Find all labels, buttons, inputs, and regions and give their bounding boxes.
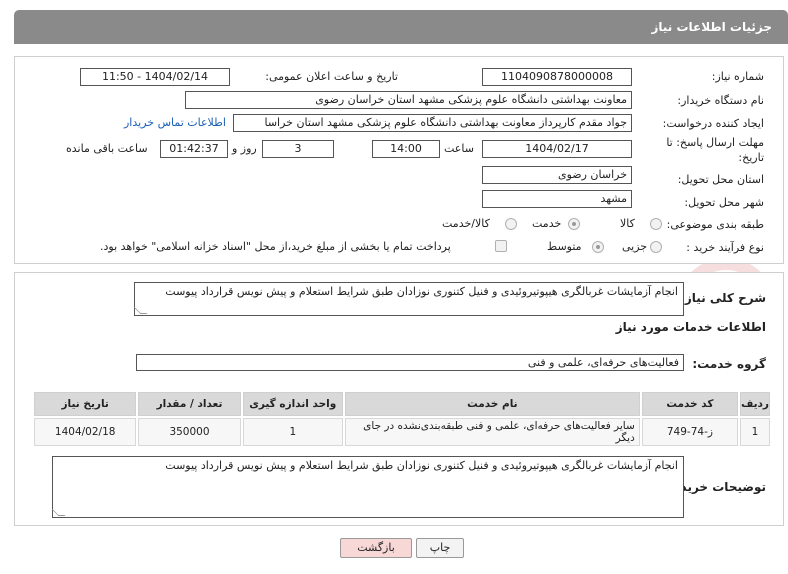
announce-label: تاریخ و ساعت اعلان عمومی: <box>265 70 398 83</box>
page-title: جزئیات اطلاعات نیاز <box>651 20 772 34</box>
col-header-need-date: تاریخ نیاز <box>34 392 137 416</box>
treasury-checkbox[interactable] <box>495 240 507 252</box>
buyer-org-field: معاونت بهداشتی دانشگاه علوم پزشکی مشهد ا… <box>185 91 632 109</box>
deadline-time-field: 14:00 <box>372 140 440 158</box>
cell-unit: 1 <box>242 418 343 446</box>
deadline-label-line1: مهلت ارسال پاسخ: تا <box>666 136 764 149</box>
col-header-row-number: ردیف <box>740 392 770 416</box>
creator-field: جواد مقدم کارپرداز معاونت بهداشتی دانشگا… <box>233 114 632 132</box>
remaining-days-field: 3 <box>262 140 334 158</box>
category-label: طبقه بندی موضوعی: <box>666 218 764 231</box>
services-heading: اطلاعات خدمات مورد نیاز <box>615 320 766 334</box>
cell-row-number: 1 <box>740 418 770 446</box>
province-field: خراسان رضوی <box>482 166 632 184</box>
creator-label: ایجاد کننده درخواست: <box>662 117 764 130</box>
resize-handle-icon[interactable] <box>51 509 66 516</box>
need-number-label: شماره نیاز: <box>711 70 764 83</box>
process-option-minor: جزیی <box>622 240 648 253</box>
category-option-goods: کالا <box>620 217 635 230</box>
col-header-service-name: نام خدمت <box>344 392 640 416</box>
cell-service-code: ز-74-749 <box>641 418 739 446</box>
col-header-unit: واحد اندازه گیری <box>242 392 343 416</box>
process-type-label: نوع فرآیند خرید : <box>686 241 764 254</box>
service-group-label: گروه خدمت: <box>692 357 766 371</box>
buyer-notes-textarea: انجام آزمایشات غربالگری هیپوتیروئیدی و ف… <box>51 456 684 518</box>
col-header-quantity: تعداد / مقدار <box>138 392 241 416</box>
process-option-medium: متوسط <box>547 240 582 253</box>
remaining-days-label: روز و <box>232 142 257 155</box>
cell-service-name: سایر فعالیت‌های حرفه‌ای، علمی و فنی طبقه… <box>344 418 640 446</box>
services-table: ردیف کد خدمت نام خدمت واحد اندازه گیری ت… <box>32 390 772 448</box>
process-radio-minor[interactable] <box>650 241 662 253</box>
category-option-goods-service: کالا/خدمت <box>442 217 490 230</box>
deadline-date-field: 1404/02/17 <box>482 140 632 158</box>
service-group-field: فعالیت‌های حرفه‌ای، علمی و فنی <box>136 354 684 371</box>
announce-field: 1404/02/14 - 11:50 <box>80 68 230 86</box>
buyer-notes-text: انجام آزمایشات غربالگری هیپوتیروئیدی و ف… <box>165 459 678 472</box>
deadline-label-line2: تاریخ: <box>738 151 764 164</box>
need-number-field: 1104090878000008 <box>482 68 632 86</box>
resize-handle-icon[interactable] <box>133 307 148 314</box>
page-title-bar: جزئیات اطلاعات نیاز <box>14 10 788 44</box>
category-radio-service[interactable] <box>568 218 580 230</box>
category-radio-goods-service[interactable] <box>505 218 517 230</box>
col-header-service-code: کد خدمت <box>641 392 739 416</box>
city-label: شهر محل تحویل: <box>684 196 764 209</box>
remaining-time-label: ساعت باقی مانده <box>66 142 148 155</box>
need-info-panel <box>14 56 784 264</box>
cell-need-date: 1404/02/18 <box>34 418 137 446</box>
remaining-time-field: 01:42:37 <box>160 140 228 158</box>
summary-text: انجام آزمایشات غربالگری هیپوتیروئیدی و ف… <box>165 285 678 298</box>
treasury-note: پرداخت تمام یا بخشی از مبلغ خرید،از محل … <box>100 240 451 253</box>
summary-label: شرح کلی نیاز: <box>680 291 766 305</box>
category-option-service: خدمت <box>532 217 562 230</box>
print-button[interactable]: چاپ <box>416 538 464 558</box>
city-field: مشهد <box>482 190 632 208</box>
back-button[interactable]: بازگشت <box>340 538 412 558</box>
category-radio-goods[interactable] <box>650 218 662 230</box>
cell-quantity: 350000 <box>138 418 241 446</box>
buyer-org-label: نام دستگاه خریدار: <box>677 94 764 107</box>
process-radio-medium[interactable] <box>592 241 604 253</box>
buyer-contact-link[interactable]: اطلاعات تماس خریدار <box>124 116 226 129</box>
deadline-time-label: ساعت <box>444 142 474 155</box>
table-row: 1 ز-74-749 سایر فعالیت‌های حرفه‌ای، علمی… <box>34 418 770 446</box>
summary-textarea: انجام آزمایشات غربالگری هیپوتیروئیدی و ف… <box>133 282 684 316</box>
province-label: استان محل تحویل: <box>677 173 764 186</box>
table-header-row: ردیف کد خدمت نام خدمت واحد اندازه گیری ت… <box>34 392 770 416</box>
